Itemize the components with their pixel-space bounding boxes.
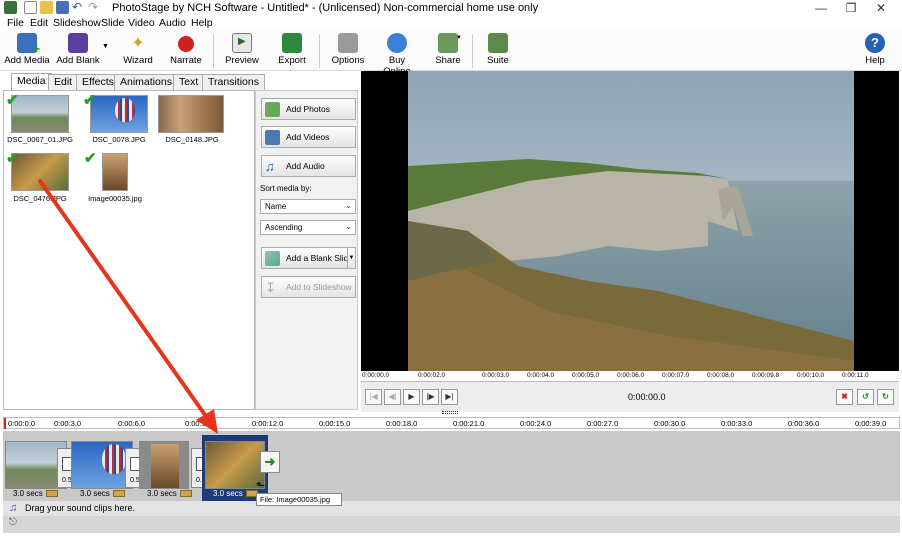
annotation-arrow — [38, 179, 218, 434]
